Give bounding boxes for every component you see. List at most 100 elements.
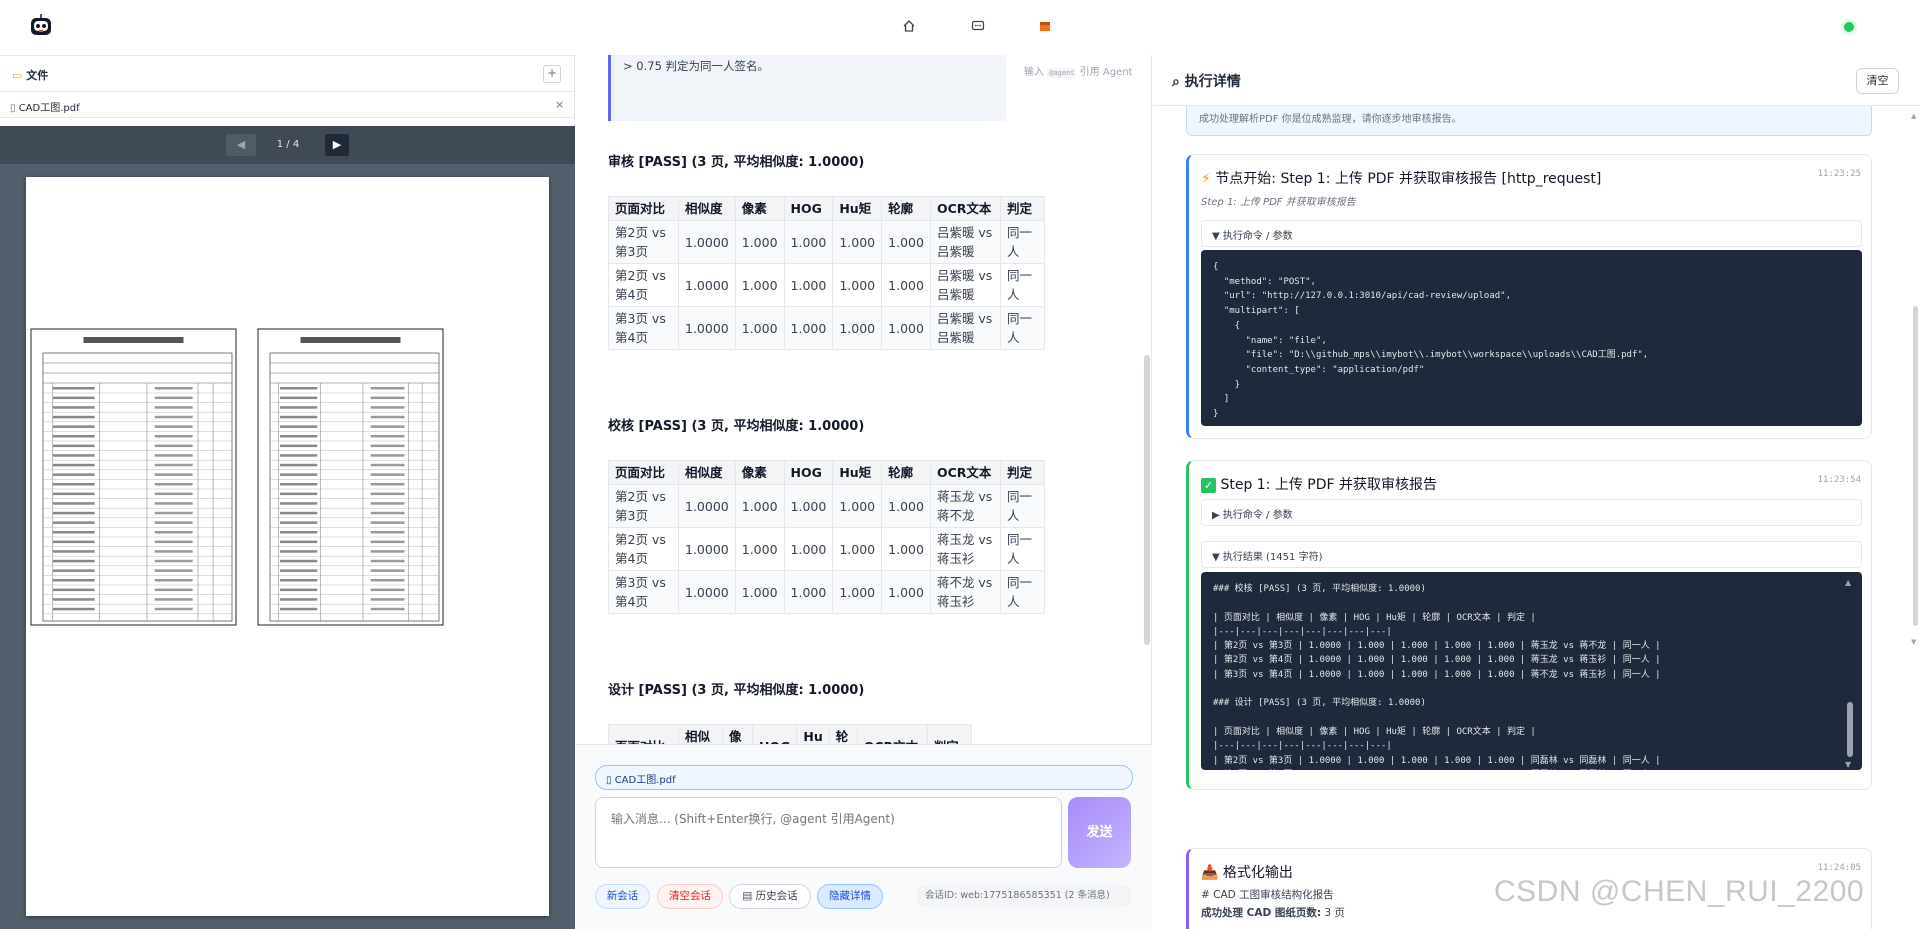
table-cell: 蒋玉龙 vs 蒋玉衫 [929, 527, 1001, 571]
table-cell: 1.000 [832, 263, 883, 307]
output-line: 成功处理 CAD 图纸页数: 3 页 [1201, 907, 1345, 919]
page-indicator: 1 / 4 [276, 139, 300, 150]
table-row: 第3页 vs 第4页 1.0000 1.000 1.000 1.000 1.000 蒋不龙 … [608, 570, 1045, 614]
attachment-chip[interactable]: ▯ CAD工图.pdf [595, 765, 1133, 790]
lightning-icon: ⚡ [1201, 171, 1211, 187]
robot-logo-icon[interactable] [28, 13, 54, 39]
table-row: 第2页 vs 第4页 1.0000 1.000 1.000 1.000 1.000 吕紫暖 … [608, 263, 1045, 307]
card-subtitle: Step 1: 上传 PDF 并获取审核报告 [1201, 197, 1356, 208]
table-cell: 1.0000 [678, 484, 736, 528]
command-accordion[interactable]: ▼ 执行命令 / 参数 [1201, 220, 1862, 247]
table-cell: 1.000 [832, 527, 883, 571]
close-tab-icon[interactable]: × [555, 98, 564, 111]
next-page-button[interactable]: ▶ [325, 134, 349, 156]
history-button[interactable]: ▤ 历史会话 [729, 884, 811, 909]
section-title: 校核 [PASS] (3 页, 平均相似度: 1.0000) [608, 419, 865, 434]
table-cell: 同一人 [999, 527, 1045, 571]
box-icon[interactable] [1037, 19, 1053, 35]
clear-button[interactable]: 清空 [1856, 68, 1899, 94]
column-header: 轮廓 [881, 196, 931, 221]
message-list[interactable]: > 0.75 判定为同一人签名。 审核 [PASS] (3 页, 平均相似度: … [576, 55, 1152, 744]
column-header: 判定 [999, 196, 1045, 221]
column-header: 轮廓 [881, 460, 931, 485]
scroll-down-icon[interactable]: ▼ [1845, 760, 1851, 769]
detail-title: ⌕ 执行详情 [1172, 74, 1241, 90]
detail-scroll[interactable]: 成功处理解析PDF 你是位成熟监理，请你逐步地审核报告。 ⚡ 节点开始: Ste… [1153, 106, 1920, 929]
cad-drawing-preview [30, 328, 444, 626]
prev-page-button[interactable]: ◀ [226, 134, 256, 156]
column-header: 像素 [722, 724, 753, 744]
file-tab[interactable]: ▯ CAD工图.pdf × [0, 93, 575, 118]
table-cell: 1.000 [783, 220, 834, 264]
inbox-icon: 📥 [1201, 865, 1219, 881]
clipboard-icon: ▤ [742, 890, 753, 902]
scroll-up-icon[interactable]: ▲ [1911, 112, 1916, 120]
column-header: Hu矩 [832, 460, 883, 485]
table-cell: 1.000 [734, 306, 785, 350]
session-info: 会话ID: web:1775186585351 (2 条消息) [917, 885, 1131, 907]
pdf-page [26, 177, 549, 916]
home-icon[interactable] [901, 19, 917, 35]
file-tab-label: ▯ CAD工图.pdf [10, 103, 80, 114]
scrollbar-thumb[interactable] [1913, 306, 1918, 626]
column-header: 轮廓 [828, 724, 858, 744]
table-cell: 1.000 [783, 570, 834, 614]
code-scrollbar[interactable]: ▲ ▼ [1832, 572, 1862, 770]
table-cell: 1.000 [783, 263, 834, 307]
table-header-row: 页面对比相似度像素HOGHu矩轮廓OCR文本判定 [608, 724, 972, 744]
file-panel: ▭ 文件 + ▯ CAD工图.pdf × ◀ 1 / 4 ▶ [0, 55, 575, 929]
section-title: 设计 [PASS] (3 页, 平均相似度: 1.0000) [608, 683, 865, 698]
table-cell: 第2页 vs 第4页 [608, 263, 679, 307]
detail-header [1153, 55, 1920, 106]
column-header: OCR文本 [929, 460, 1001, 485]
new-session-button[interactable]: 新会话 [595, 884, 650, 909]
column-header: HOG [751, 724, 798, 744]
result-table: 页面对比相似度像素HOGHu矩轮廓OCR文本判定 [608, 724, 972, 744]
column-header: 相似度 [678, 460, 736, 485]
table-cell: 同一人 [999, 220, 1045, 264]
message-input[interactable] [595, 797, 1062, 868]
result-accordion[interactable]: ▼ 执行结果 (1451 字符) [1201, 541, 1862, 568]
file-icon: ▯ [10, 103, 16, 114]
table-cell: 1.000 [832, 220, 883, 264]
app-root: ▭ 文件 + ▯ CAD工图.pdf × ◀ 1 / 4 ▶ 输入 @agent… [0, 0, 1920, 929]
table-header-row: 页面对比相似度像素HOGHu矩轮廓OCR文本判定 [608, 196, 1045, 221]
result-table: 页面对比 相似度 像素 HOG Hu矩 轮廓 OCR文本 判定 第2页 vs 第3页 1.0000… [608, 460, 1045, 614]
table-cell: 吕紫暖 vs 吕紫暖 [929, 306, 1001, 350]
add-file-button[interactable]: + [543, 65, 561, 83]
table-row: 第2页 vs 第3页 1.0000 1.000 1.000 1.000 1.000 吕紫暖 … [608, 220, 1045, 264]
clear-session-button[interactable]: 清空会话 [657, 884, 723, 909]
quote-text: > 0.75 判定为同一人签名。 [623, 59, 770, 73]
info-card-text: 成功处理解析PDF 你是位成熟监理，请你逐步地审核报告。 [1199, 114, 1462, 124]
hide-detail-button[interactable]: 隐藏详情 [817, 884, 883, 909]
table-cell: 1.0000 [678, 263, 736, 307]
table-cell: 第2页 vs 第4页 [608, 527, 679, 571]
column-header: HOG [783, 196, 834, 221]
section-title: 审核 [PASS] (3 页, 平均相似度: 1.0000) [608, 155, 865, 170]
column-header: 页面对比 [608, 196, 679, 221]
column-header: 像素 [734, 196, 785, 221]
table-cell: 吕紫暖 vs 吕紫暖 [929, 263, 1001, 307]
pdf-viewer[interactable] [0, 164, 575, 929]
table-cell: 1.000 [783, 306, 834, 350]
table-cell: 蒋玉龙 vs 蒋不龙 [929, 484, 1001, 528]
table-cell: 蒋不龙 vs 蒋玉衫 [929, 570, 1001, 614]
scroll-down-icon[interactable]: ▼ [1911, 638, 1916, 646]
connection-status-dot [1844, 22, 1854, 32]
column-header: OCR文本 [929, 196, 1001, 221]
timestamp: 11:23:54 [1817, 475, 1861, 485]
command-code-block: { "method": "POST", "url": "http://127.0… [1201, 250, 1862, 426]
table-cell: 第3页 vs 第4页 [608, 570, 679, 614]
table-cell: 1.000 [832, 306, 883, 350]
scrollbar-thumb[interactable] [1144, 355, 1150, 645]
scrollbar-thumb[interactable] [1847, 702, 1853, 757]
send-button[interactable]: 发送 [1068, 797, 1131, 868]
command-accordion[interactable]: ▶ 执行命令 / 参数 [1201, 499, 1862, 526]
folder-icon: ▭ [12, 69, 23, 82]
step-result-card: ✓ Step 1: 上传 PDF 并获取审核报告 11:23:54 ▶ 执行命令… [1186, 460, 1872, 790]
table-cell: 1.0000 [678, 527, 736, 571]
scroll-up-icon[interactable]: ▲ [1845, 578, 1851, 587]
column-header: 相似度 [678, 196, 736, 221]
table-cell: 1.000 [881, 527, 931, 571]
chat-icon[interactable] [970, 19, 986, 35]
